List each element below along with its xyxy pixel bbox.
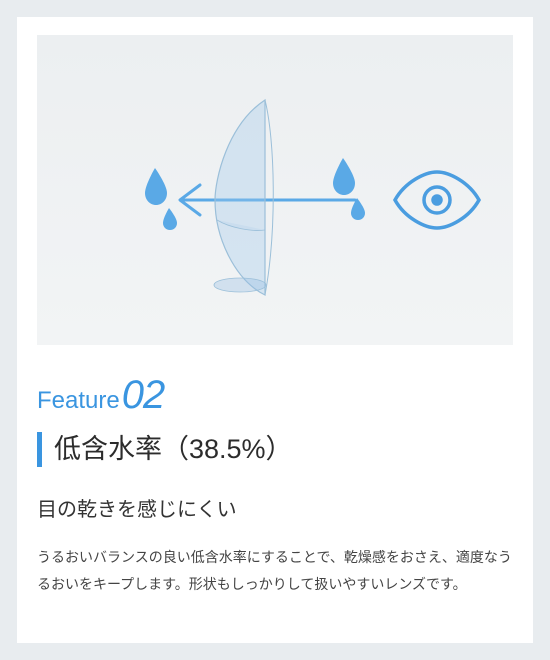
eye-icon <box>395 172 479 228</box>
feature-body: うるおいバランスの良い低含水率にすることで、乾燥感をおさえ、適度なうるおいをキー… <box>37 544 513 597</box>
feature-card: Feature02 低含水率（38.5%） 目の乾きを感じにくい うるおいバラン… <box>17 17 533 643</box>
feature-title-wrap: 低含水率（38.5%） <box>37 432 513 467</box>
feature-title: 低含水率（38.5%） <box>54 432 513 467</box>
feature-subtitle: 目の乾きを感じにくい <box>37 493 513 522</box>
water-drop-icon <box>145 168 177 230</box>
feature-number: 02 <box>120 373 165 417</box>
lens-moisture-diagram-icon <box>65 70 485 310</box>
arrow-left-icon <box>180 185 355 215</box>
feature-label-prefix: Feature <box>37 387 120 414</box>
water-drop-icon <box>333 158 365 220</box>
contact-lens-icon <box>214 100 273 295</box>
feature-illustration <box>37 35 513 345</box>
feature-label: Feature02 <box>37 373 513 418</box>
